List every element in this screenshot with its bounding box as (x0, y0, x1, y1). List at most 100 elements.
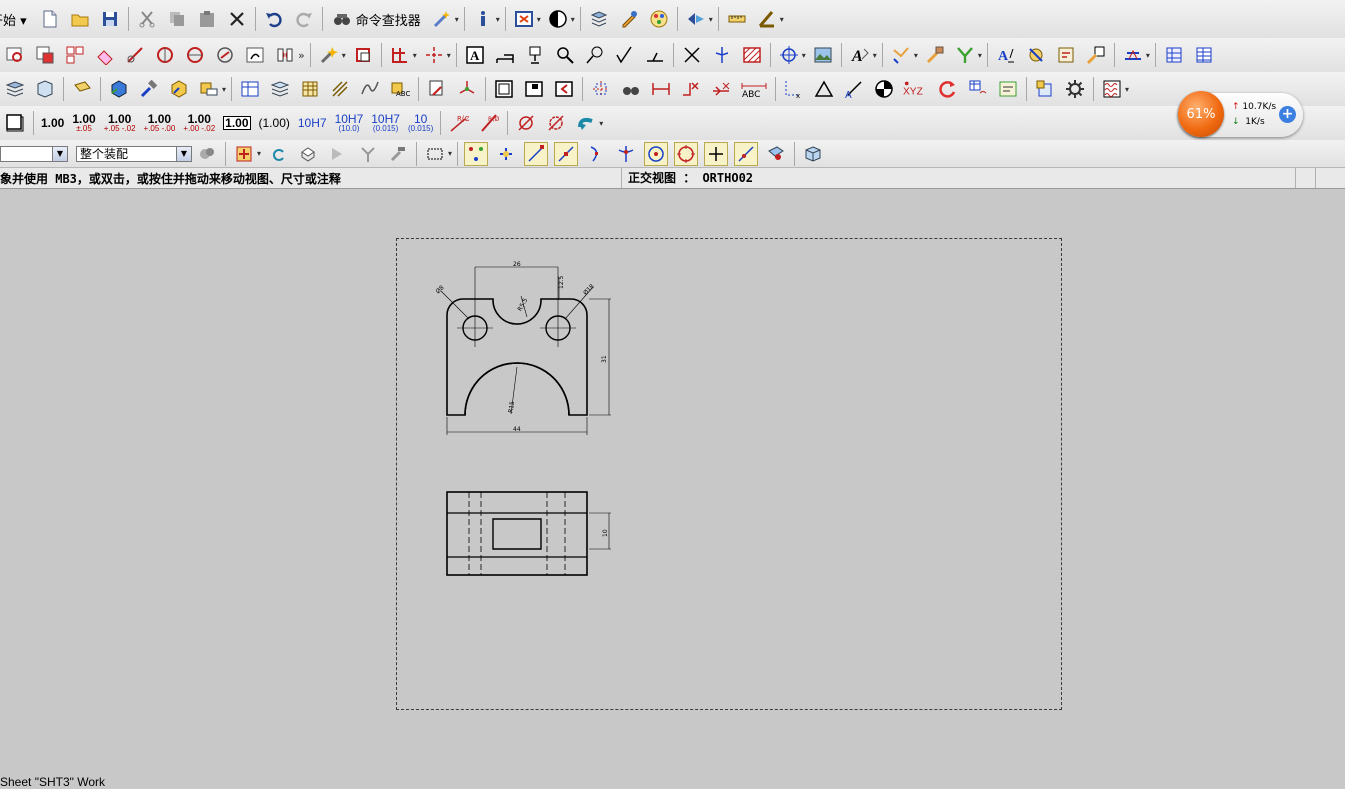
binocular-search-icon[interactable] (619, 77, 643, 101)
cut-icon[interactable] (135, 7, 159, 31)
tolerance-basic-button[interactable]: 1.00 (223, 116, 251, 130)
edit-settings-icon[interactable] (923, 43, 947, 67)
annotation-preferences-icon[interactable]: A (994, 43, 1018, 67)
target-point-icon[interactable] (710, 43, 734, 67)
delete-dimension-icon[interactable] (709, 77, 733, 101)
csys-icon[interactable] (455, 77, 479, 101)
upper-small-dim[interactable]: 12.5 (558, 275, 565, 289)
dropdown-arrow-icon[interactable]: ▾ (257, 149, 261, 158)
measure-distance-icon[interactable] (725, 7, 749, 31)
grid-dimension-icon[interactable]: x (782, 77, 806, 101)
select-body-icon[interactable] (296, 142, 320, 166)
note-icon[interactable]: A (463, 43, 487, 67)
crosshatch-clear-icon[interactable] (680, 43, 704, 67)
grid-points-icon[interactable] (589, 77, 613, 101)
dropdown-arrow-icon[interactable]: ▾ (802, 51, 806, 60)
diameter-dimension-icon[interactable] (514, 111, 538, 135)
blue-cube-icon[interactable] (107, 77, 131, 101)
snap-midpoint-icon[interactable] (554, 141, 579, 166)
arc-radius-dim[interactable]: R15 (507, 401, 516, 414)
update-views-icon[interactable] (317, 43, 341, 67)
drafting-prefs-icon[interactable] (1054, 43, 1078, 67)
shading-icon[interactable] (546, 7, 570, 31)
break-view-icon[interactable] (243, 43, 267, 67)
color-palette-icon[interactable] (647, 7, 671, 31)
dimension-preferences-icon[interactable] (1024, 43, 1048, 67)
tag-icon[interactable] (70, 77, 94, 101)
fit-h7-limit-button[interactable]: 10H7 (10.0) (335, 113, 364, 133)
snap-quadrant-icon[interactable] (674, 141, 699, 166)
edit-object-display-icon[interactable] (617, 7, 641, 31)
left-hole-dim[interactable]: Ø8 (435, 284, 446, 295)
parts-list-icon[interactable] (1192, 43, 1216, 67)
snap-control-point-icon[interactable] (584, 142, 608, 166)
dropdown-arrow-icon[interactable]: ▾ (873, 51, 877, 60)
hole-dimension-icon[interactable] (544, 111, 568, 135)
paste-icon[interactable] (195, 7, 219, 31)
abc-attribute-icon[interactable]: ABC (388, 77, 412, 101)
gear-icon[interactable] (1063, 77, 1087, 101)
fit-h7-tolerance-button[interactable]: 10H7 (0.015) (371, 113, 400, 133)
move-to-layer-icon[interactable] (33, 77, 57, 101)
plus-icon[interactable]: + (1279, 106, 1296, 123)
tolerance-none-button[interactable]: 1.00 (41, 117, 64, 129)
snap-enable-icon[interactable] (464, 141, 489, 166)
xyz-icon[interactable]: XYZ (902, 77, 930, 101)
front-view[interactable]: 10 (446, 491, 611, 576)
snap-point-on-curve-icon[interactable] (734, 141, 759, 166)
id-symbol-icon[interactable] (583, 43, 607, 67)
dropdown-arrow-icon[interactable]: ▾ (447, 51, 451, 60)
dimension-span-icon[interactable] (649, 77, 673, 101)
dropdown-arrow-icon[interactable]: ▾ (413, 51, 417, 60)
top-width-dim[interactable]: 26 (513, 261, 521, 268)
select-objects-icon[interactable] (232, 142, 256, 166)
view-label-icon[interactable] (3, 111, 27, 135)
network-monitor-widget[interactable]: 61% ↑ 10.7K/s ↓ 1K/s + (1178, 91, 1303, 137)
more-chevron-icon[interactable]: » (298, 49, 305, 62)
dropdown-arrow-icon[interactable]: ▾ (496, 15, 500, 24)
snap-grid-icon[interactable] (494, 142, 518, 166)
usage-gauge[interactable]: 61% (1178, 91, 1224, 137)
part-drawing[interactable]: 26 Ø8 R5.5 12.5 Ø18 31 R15 44 10 (397, 239, 1063, 711)
triangle-icon[interactable] (812, 77, 836, 101)
base-width-dim[interactable]: 44 (513, 426, 521, 433)
tolerance-unilateral-below-button[interactable]: 1.00 +.00 -.02 (183, 113, 215, 133)
view-alignment-icon[interactable] (388, 43, 412, 67)
table-format-icon[interactable] (966, 77, 990, 101)
wave-pattern-icon[interactable] (1100, 77, 1124, 101)
snap-existing-point-icon[interactable] (704, 141, 729, 166)
projected-view-icon[interactable] (63, 43, 87, 67)
spline-icon[interactable] (358, 77, 382, 101)
datum-feature-icon[interactable] (523, 43, 547, 67)
save-icon[interactable] (98, 7, 122, 31)
layer-settings-icon[interactable] (587, 7, 611, 31)
snap-intersection-icon[interactable] (614, 142, 638, 166)
dropdown-arrow-icon[interactable]: ▾ (1125, 85, 1129, 94)
centroid-icon[interactable] (872, 77, 896, 101)
height-dim[interactable]: 31 (601, 355, 608, 363)
snap-arc-center-icon[interactable] (644, 141, 669, 166)
edit-annotation-icon[interactable] (889, 43, 913, 67)
border-icon[interactable] (492, 77, 516, 101)
dropdown-arrow-icon[interactable]: ▾ (599, 119, 603, 128)
revolved-section-icon[interactable] (153, 43, 177, 67)
layer-stack-icon[interactable] (268, 77, 292, 101)
new-file-icon[interactable] (38, 7, 62, 31)
section-preferences-icon[interactable] (1121, 43, 1145, 67)
local-section-icon[interactable] (213, 43, 237, 67)
abc-text-icon[interactable]: ABC (739, 77, 769, 101)
radius-to-center-icon[interactable]: R(Ø) (477, 111, 501, 135)
radius-dimension-icon[interactable]: R(Ø) (447, 111, 471, 135)
snap-surface-icon[interactable] (764, 142, 788, 166)
start-menu[interactable]: 开始 ▾ (0, 10, 27, 29)
snap-endpoint-icon[interactable] (524, 141, 549, 166)
select-hammer-icon[interactable] (386, 142, 410, 166)
assembly-filter-icon[interactable] (195, 142, 219, 166)
select-component-icon[interactable] (356, 142, 380, 166)
fit-tolerance-only-button[interactable]: 10 (0.015) (408, 113, 433, 133)
weld-symbol-icon[interactable] (643, 43, 667, 67)
dropdown-arrow-icon[interactable]: ▾ (780, 15, 784, 24)
select-feature-icon[interactable] (326, 142, 350, 166)
dropdown-arrow-icon[interactable]: ▾ (571, 15, 575, 24)
detail-view-icon[interactable] (93, 43, 117, 67)
